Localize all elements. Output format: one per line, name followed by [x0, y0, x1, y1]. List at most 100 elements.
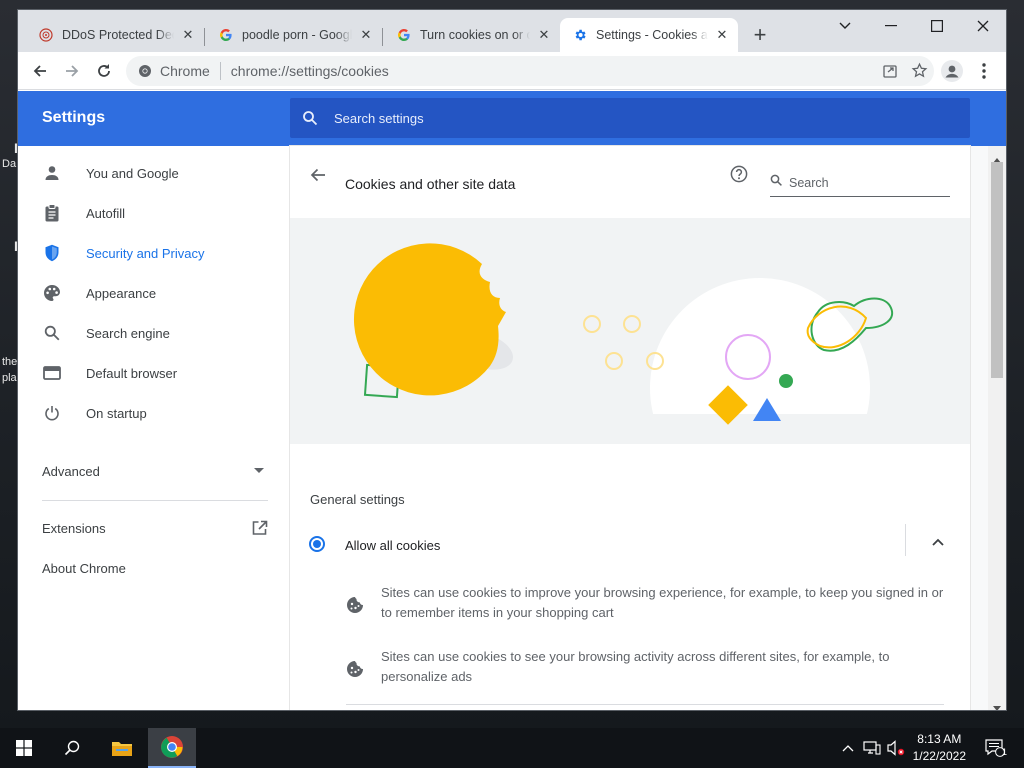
sidebar-advanced-toggle[interactable]: Advanced	[18, 451, 290, 491]
google-g-icon	[218, 27, 234, 43]
open-in-new-icon	[252, 520, 268, 536]
cookies-page-header: Cookies and other site data Search	[290, 146, 970, 212]
maximize-icon	[931, 20, 943, 32]
reload-icon	[98, 64, 110, 77]
file-explorer-button[interactable]	[98, 728, 146, 768]
desktop-label-fragment: pla	[2, 372, 17, 384]
cookie-description-text: Sites can use cookies to see your browsi…	[381, 649, 890, 684]
page-title: Cookies and other site data	[345, 176, 516, 192]
tab-search-button[interactable]	[822, 14, 868, 38]
general-settings-heading: General settings	[310, 492, 405, 507]
close-icon	[977, 20, 989, 32]
row-divider	[346, 704, 944, 705]
action-center-button[interactable]: 1	[978, 728, 1012, 768]
close-tab-icon[interactable]: ✕	[536, 27, 552, 43]
scroll-down-arrow-icon[interactable]	[993, 698, 1001, 710]
chrome-window: DDoS Protected Dedi ✕ poodle porn - Goog…	[18, 10, 1006, 710]
clock-date: 1/22/2022	[912, 749, 966, 763]
start-button[interactable]	[0, 728, 48, 768]
forward-button[interactable]	[58, 58, 86, 84]
sidebar-item-on-startup[interactable]: On startup	[18, 393, 290, 433]
network-tray-button[interactable]	[860, 728, 884, 768]
tab-title: Turn cookies on or of	[420, 28, 530, 42]
sidebar-item-label: Appearance	[86, 285, 157, 301]
volume-muted-icon	[887, 740, 905, 756]
notification-count: 1	[1002, 747, 1008, 757]
sidebar-item-search-engine[interactable]: Search engine	[18, 313, 290, 353]
sidebar-item-label: Autofill	[86, 205, 126, 221]
close-tab-icon[interactable]: ✕	[358, 27, 374, 43]
folder-icon	[112, 742, 132, 756]
cookies-card: Cookies and other site data Search Gener…	[290, 146, 970, 710]
page-scrollbar[interactable]	[988, 146, 1006, 710]
ddos-site-icon	[38, 27, 54, 43]
new-tab-button[interactable]: +	[750, 24, 770, 46]
power-icon	[42, 403, 62, 423]
tab-poodle[interactable]: poodle porn - Google ✕	[206, 18, 382, 52]
google-g-icon	[396, 27, 412, 43]
row-divider	[905, 524, 906, 556]
chrome-menu-button[interactable]	[970, 58, 998, 84]
radio-checked-icon[interactable]	[309, 536, 325, 552]
chrome-logo-icon	[138, 64, 152, 78]
sidebar-item-extensions[interactable]: Extensions	[18, 508, 290, 548]
help-icon[interactable]	[730, 165, 748, 183]
site-chip-label: Chrome	[160, 63, 210, 79]
desktop-label-fragment: Da	[2, 158, 17, 170]
sidebar-item-autofill[interactable]: Autofill	[18, 193, 290, 233]
taskbar-search-button[interactable]	[48, 728, 96, 768]
sidebar-item-label: Default browser	[86, 365, 178, 381]
bookmark-star-icon[interactable]	[911, 62, 928, 79]
desktop-label-fragment: the	[2, 356, 18, 368]
close-tab-icon[interactable]: ✕	[180, 27, 196, 43]
back-button[interactable]	[26, 58, 54, 84]
chevron-up-icon[interactable]	[932, 538, 944, 546]
address-divider	[219, 62, 221, 80]
chevron-down-icon	[839, 22, 851, 29]
chrome-logo-icon	[161, 736, 183, 758]
palette-icon	[42, 283, 62, 303]
close-window-button[interactable]	[960, 14, 1006, 38]
allow-all-cookies-label: Allow all cookies	[345, 538, 441, 553]
maximize-button[interactable]	[914, 14, 960, 38]
windows-logo-icon	[16, 740, 32, 756]
tab-title: poodle porn - Google	[242, 28, 352, 42]
show-hidden-icons-button[interactable]	[838, 728, 858, 768]
browser-window-icon	[42, 363, 62, 383]
cookie-icon	[346, 660, 364, 678]
minimize-icon	[885, 25, 897, 27]
chrome-taskbar-button[interactable]	[148, 728, 196, 768]
clock-time: 8:13 AM	[917, 732, 962, 746]
taskbar-clock[interactable]: 8:13 AM 1/22/2022	[913, 731, 966, 765]
search-settings-field[interactable]: Search settings	[290, 98, 970, 138]
sidebar-item-security[interactable]: Security and Privacy	[18, 233, 290, 273]
sidebar-item-label: You and Google	[86, 165, 179, 181]
sidebar-item-about-chrome[interactable]: About Chrome	[18, 548, 290, 588]
tab-settings[interactable]: Settings - Cookies an ✕	[560, 18, 738, 52]
address-bar[interactable]: Chrome chrome://settings/cookies	[126, 56, 934, 86]
page-search-field[interactable]: Search	[770, 164, 950, 197]
allow-all-cookies-option[interactable]: Allow all cookies	[290, 520, 970, 568]
url-path: settings/cookies	[289, 63, 389, 79]
settings-header: Settings Search settings	[18, 91, 1006, 146]
browser-toolbar: Chrome chrome://settings/cookies	[18, 52, 1006, 90]
sidebar-item-label: Search engine	[86, 325, 170, 341]
minimize-button[interactable]	[868, 14, 914, 38]
close-tab-icon[interactable]: ✕	[714, 27, 730, 43]
arrow-left-icon	[33, 65, 46, 77]
sidebar-item-you-and-google[interactable]: You and Google	[18, 153, 290, 193]
sidebar-item-appearance[interactable]: Appearance	[18, 273, 290, 313]
profile-button[interactable]	[938, 58, 966, 84]
sidebar-item-default-browser[interactable]: Default browser	[18, 353, 290, 393]
tab-cookies-help[interactable]: Turn cookies on or of ✕	[384, 18, 560, 52]
reload-button[interactable]	[90, 58, 118, 84]
back-arrow-icon[interactable]	[310, 167, 326, 183]
volume-tray-button[interactable]	[884, 728, 908, 768]
kebab-menu-icon	[982, 63, 986, 79]
scrollbar-thumb[interactable]	[991, 162, 1003, 378]
share-icon[interactable]	[882, 63, 898, 79]
settings-title: Settings	[42, 109, 106, 126]
settings-sidebar: You and Google Autofill Security and Pri…	[18, 146, 290, 710]
tab-ddos[interactable]: DDoS Protected Dedi ✕	[26, 18, 204, 52]
tab-separator	[382, 28, 383, 46]
